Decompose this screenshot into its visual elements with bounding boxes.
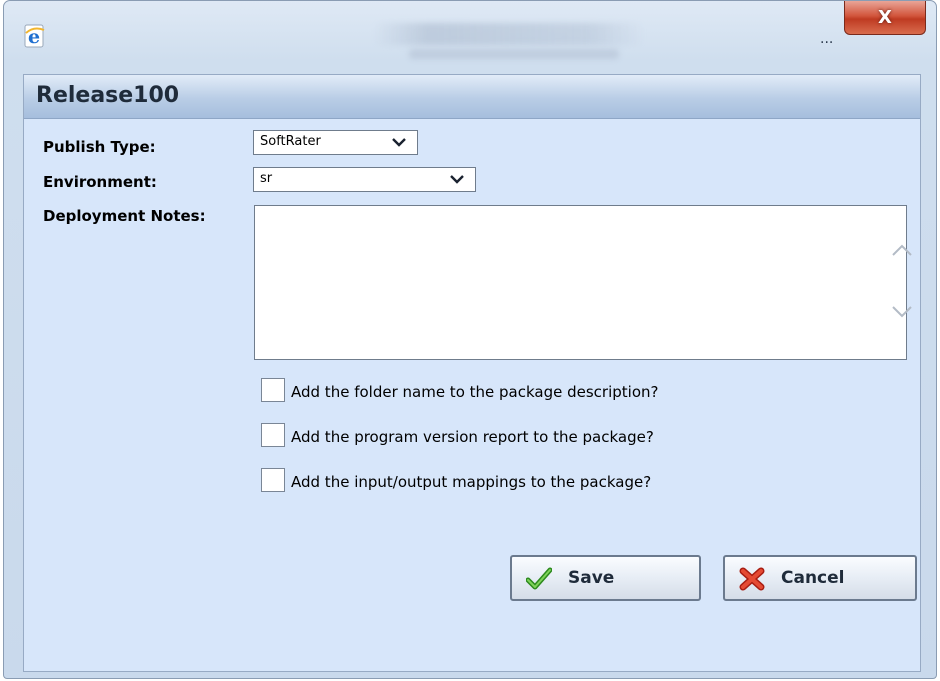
save-button[interactable]: Save bbox=[510, 555, 701, 601]
dialog-panel: Release100 Publish Type: SoftRater Envir… bbox=[23, 74, 921, 672]
red-x-icon bbox=[739, 567, 765, 591]
publish-type-value: SoftRater bbox=[260, 134, 321, 149]
dialog-window: e ... X Release100 Publish Type: SoftRat… bbox=[3, 0, 937, 679]
scroll-up-icon[interactable] bbox=[890, 241, 914, 259]
chevron-down-icon bbox=[392, 138, 406, 147]
ie-icon: e bbox=[24, 24, 45, 48]
checkmark-icon bbox=[526, 567, 552, 590]
chevron-down-icon bbox=[450, 175, 464, 184]
blurred-window-title bbox=[374, 23, 644, 45]
publish-type-label: Publish Type: bbox=[43, 138, 156, 156]
checkbox-folder-name[interactable] bbox=[261, 378, 285, 402]
option-program-version-label: Add the program version report to the pa… bbox=[291, 428, 654, 446]
save-button-label: Save bbox=[568, 568, 615, 588]
checkbox-io-mappings[interactable] bbox=[261, 468, 285, 492]
deployment-notes-label: Deployment Notes: bbox=[43, 207, 206, 225]
dialog-header: Release100 bbox=[24, 75, 920, 119]
overflow-indicator: ... bbox=[820, 31, 834, 47]
option-io-mappings-label: Add the input/output mappings to the pac… bbox=[291, 473, 652, 491]
publish-type-select[interactable]: SoftRater bbox=[253, 130, 418, 155]
title-bar: e ... X bbox=[4, 1, 936, 63]
cancel-button[interactable]: Cancel bbox=[723, 555, 917, 601]
environment-select[interactable]: sr bbox=[253, 167, 476, 192]
option-folder-name-label: Add the folder name to the package descr… bbox=[291, 383, 659, 401]
blurred-window-subtitle bbox=[409, 49, 619, 59]
close-button[interactable]: X bbox=[844, 1, 926, 35]
environment-label: Environment: bbox=[43, 173, 157, 191]
deployment-notes-textarea[interactable] bbox=[254, 205, 907, 360]
scroll-down-icon[interactable] bbox=[890, 303, 914, 321]
environment-value: sr bbox=[260, 171, 273, 186]
close-icon: X bbox=[878, 7, 892, 28]
dialog-title: Release100 bbox=[36, 83, 180, 108]
cancel-button-label: Cancel bbox=[781, 568, 845, 588]
checkbox-program-version[interactable] bbox=[261, 423, 285, 447]
